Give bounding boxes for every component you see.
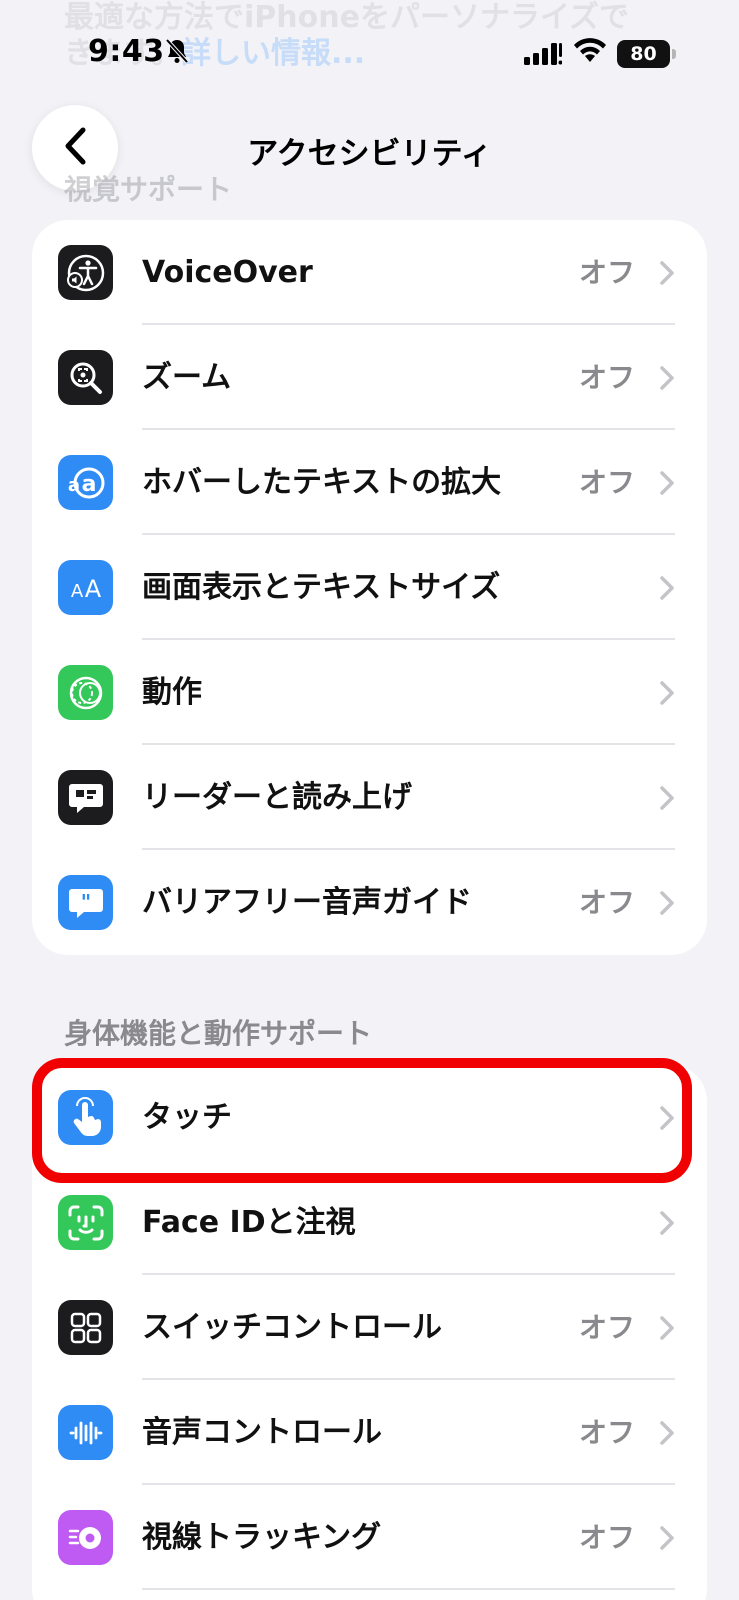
section-header-physical-motor: 身体機能と動作サポート: [64, 1017, 373, 1050]
settings-row-label: 視線トラッキング: [142, 1520, 382, 1555]
settings-row-voiceover[interactable]: VoiceOver オフ: [32, 220, 707, 325]
svg-text:A: A: [84, 575, 101, 603]
chevron-right-icon: [659, 1210, 675, 1240]
speech-icon: [58, 770, 113, 825]
settings-row-label: 音声コントロール: [142, 1415, 382, 1450]
wifi-icon: [573, 38, 607, 68]
settings-row-label: リーダーと読み上げ: [142, 780, 412, 815]
hover-text-icon: a a: [58, 455, 113, 510]
settings-row-value: オフ: [578, 1416, 635, 1449]
settings-row-label: スイッチコントロール: [142, 1310, 442, 1345]
settings-group-vision: VoiceOver オフ ズーム オフ a a ホバーしたテキストの拡大 オフ …: [32, 220, 707, 955]
settings-row-value: オフ: [578, 256, 635, 289]
settings-row-label: 動作: [142, 675, 202, 710]
settings-row-switch-control[interactable]: スイッチコントロール オフ: [32, 1275, 707, 1380]
scrolled-description-line1: 最適な方法でiPhoneをパーソナライズで: [64, 0, 630, 35]
status-bar: 最適な方法でiPhoneをパーソナライズで きます。詳しい情報... 9:43 …: [0, 0, 739, 110]
chevron-right-icon: [659, 1420, 675, 1450]
chevron-right-icon: [659, 470, 675, 500]
settings-row-label: 画面表示とテキストサイズ: [142, 570, 501, 605]
settings-row-hover-text[interactable]: a a ホバーしたテキストの拡大 オフ: [32, 430, 707, 535]
svg-text:": ": [80, 890, 90, 914]
settings-row-label: ホバーしたテキストの拡大: [142, 465, 502, 500]
settings-row-face-id-attention[interactable]: Face IDと注視: [32, 1170, 707, 1275]
row-divider: [142, 1588, 675, 1590]
settings-row-spoken-content[interactable]: リーダーと読み上げ: [32, 745, 707, 850]
chevron-right-icon: [659, 785, 675, 815]
svg-text:a: a: [81, 472, 96, 497]
settings-row-audio-descriptions[interactable]: " バリアフリー音声ガイド オフ: [32, 850, 707, 955]
chevron-right-icon: [659, 365, 675, 395]
settings-row-value: オフ: [578, 1311, 635, 1344]
settings-row-eye-tracking[interactable]: 視線トラッキング オフ: [32, 1485, 707, 1590]
settings-row-label: VoiceOver: [142, 255, 313, 290]
settings-row-display-text-size[interactable]: A A 画面表示とテキストサイズ: [32, 535, 707, 640]
settings-row-touch[interactable]: タッチ: [32, 1065, 707, 1170]
switch-control-icon: [58, 1300, 113, 1355]
chevron-right-icon: [659, 1525, 675, 1555]
learn-more-link[interactable]: 詳しい情報...: [181, 36, 365, 71]
settings-row-motion[interactable]: 動作: [32, 640, 707, 745]
settings-row-voice-control[interactable]: 音声コントロール オフ: [32, 1380, 707, 1485]
svg-text:A: A: [70, 581, 83, 602]
chevron-right-icon: [659, 890, 675, 920]
settings-row-label: Face IDと注視: [142, 1205, 356, 1240]
settings-row-value: オフ: [578, 886, 635, 919]
settings-row-value: オフ: [578, 466, 635, 499]
face-id-icon: [58, 1195, 113, 1250]
chevron-right-icon: [659, 260, 675, 290]
audio-description-icon: ": [58, 875, 113, 930]
settings-row-label: ズーム: [142, 360, 232, 395]
voice-control-icon: [58, 1405, 113, 1460]
settings-row-label: バリアフリー音声ガイド: [142, 885, 472, 920]
status-time: 9:43: [88, 34, 165, 69]
zoom-icon: [58, 350, 113, 405]
eye-tracking-icon: [58, 1510, 113, 1565]
svg-text:a: a: [67, 475, 79, 496]
motion-icon: [58, 665, 113, 720]
chevron-right-icon: [659, 1105, 675, 1135]
chevron-right-icon: [659, 680, 675, 710]
section-header-vision: 視覚サポート: [64, 173, 233, 206]
page-title: アクセシビリティ: [247, 136, 492, 172]
settings-group-physical-motor: タッチ Face IDと注視 スイッチコントロール オフ 音声コントロール オフ…: [32, 1065, 707, 1600]
chevron-right-icon: [659, 1315, 675, 1345]
settings-row-zoom[interactable]: ズーム オフ: [32, 325, 707, 430]
voiceover-icon: [58, 245, 113, 300]
chevron-right-icon: [659, 575, 675, 605]
battery-indicator: 80: [617, 40, 676, 68]
text-size-icon: A A: [58, 560, 113, 615]
settings-row-value: オフ: [578, 1521, 635, 1554]
silent-bell-icon: [165, 38, 189, 68]
cellular-signal-icon: [524, 43, 563, 69]
settings-row-value: オフ: [578, 361, 635, 394]
settings-row-label: タッチ: [142, 1100, 232, 1135]
touch-icon: [58, 1090, 113, 1145]
